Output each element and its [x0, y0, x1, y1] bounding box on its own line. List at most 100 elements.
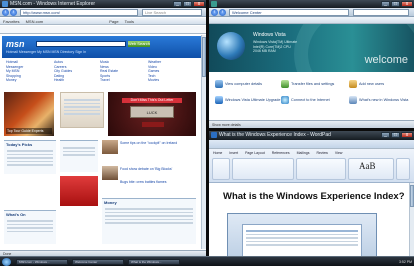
- computer-icon: [215, 80, 223, 88]
- link-column: Music News Real Estate Sports Travel: [100, 60, 118, 83]
- tab-view[interactable]: View: [335, 151, 343, 155]
- welcome-titlebar[interactable]: _ □ x: [209, 0, 414, 8]
- news-thumbnail[interactable]: [102, 166, 118, 180]
- close-button[interactable]: x: [193, 1, 205, 7]
- task-label: Connect to the Internet: [291, 98, 330, 102]
- document-scrollbar[interactable]: [409, 183, 414, 256]
- close-button[interactable]: x: [401, 132, 413, 138]
- task-label: Windows Vista Ultimate Upgrade: [225, 98, 281, 102]
- document-titlebar[interactable]: What is the Windows Experience Index - W…: [209, 131, 414, 140]
- msn-search-input[interactable]: [36, 41, 126, 47]
- clipboard-group[interactable]: [212, 158, 230, 180]
- tab-insert[interactable]: Insert: [229, 151, 238, 155]
- hero-caption: Top Tour Guide Experts: [6, 128, 52, 134]
- editing-group[interactable]: [396, 158, 410, 180]
- link[interactable]: Weather: [148, 60, 161, 65]
- maximize-button[interactable]: □: [391, 132, 400, 138]
- today-picks-block: Today's Picks: [4, 140, 56, 174]
- tab-page-layout[interactable]: Page Layout: [245, 151, 265, 155]
- system-info: Windows Vista(TM) Ultimate Intel(R) Core…: [253, 40, 297, 54]
- info-line: 2046 MB RAM: [253, 49, 276, 53]
- block-title: Money: [104, 200, 117, 205]
- promo-panel[interactable]: [60, 92, 104, 128]
- news-item[interactable]: Some tips on the "cockpit" on Ireland: [120, 141, 196, 145]
- news-thumbnail[interactable]: [102, 140, 118, 154]
- quick-access-toolbar: [209, 140, 414, 149]
- web-search-button[interactable]: Web Search: [128, 41, 150, 47]
- taskbar-item-document[interactable]: What is the Windows...: [128, 259, 180, 265]
- start-button[interactable]: [2, 258, 11, 266]
- task-label: Transfer files and settings: [291, 82, 335, 86]
- document-screenshot-image: [227, 213, 377, 256]
- browser-title: MSN.com - Windows Internet Explorer: [10, 1, 96, 7]
- link[interactable]: City Guides: [54, 69, 72, 74]
- close-button[interactable]: x: [401, 1, 413, 7]
- taskbar-item-browser[interactable]: MSN.com - Windows...: [16, 259, 68, 265]
- link[interactable]: Travel: [100, 78, 118, 83]
- minimize-button[interactable]: _: [173, 1, 182, 7]
- link[interactable]: Money: [6, 78, 23, 83]
- tab-references[interactable]: References: [272, 151, 290, 155]
- link[interactable]: Movies: [148, 78, 161, 83]
- search-input[interactable]: Live Search: [142, 9, 202, 16]
- red-ad-banner[interactable]: [60, 176, 98, 206]
- browser-titlebar[interactable]: MSN.com - Windows Internet Explorer _ □ …: [0, 0, 206, 8]
- maximize-button[interactable]: □: [391, 1, 400, 7]
- task-connect-internet[interactable]: Connect to the Internet: [281, 96, 330, 104]
- tab-home[interactable]: Home: [213, 151, 222, 155]
- tab-review[interactable]: Review: [316, 151, 327, 155]
- windows-logo-icon: [217, 32, 245, 60]
- taskbar: MSN.com - Windows... Welcome Center What…: [0, 256, 414, 266]
- explorer-search-input[interactable]: [353, 9, 409, 16]
- paragraph-group[interactable]: [296, 158, 346, 180]
- explorer-path[interactable]: Welcome Center: [229, 9, 349, 16]
- page-menu[interactable]: Page: [109, 19, 118, 24]
- window-controls: _ □ x: [381, 132, 413, 138]
- document-title: What is the Windows Experience Index - W…: [219, 132, 331, 138]
- msn-logo[interactable]: msn: [6, 39, 25, 49]
- command-bar: Favorites MSN.com Page Tools: [0, 18, 206, 25]
- tab-msn[interactable]: MSN.com: [26, 19, 44, 24]
- minimize-button[interactable]: _: [381, 132, 390, 138]
- back-arrow-icon[interactable]: ‹: [2, 9, 9, 16]
- task-whats-new[interactable]: What's new in Windows Vista: [349, 96, 408, 104]
- users-icon: [349, 80, 357, 88]
- minimize-button[interactable]: _: [381, 1, 390, 7]
- link-column: Hotmail Messenger My MSN Shopping Money: [6, 60, 23, 83]
- inner-window-image: [242, 224, 362, 256]
- show-more-link[interactable]: Show more details: [212, 123, 241, 127]
- taskbar-item-welcome[interactable]: Welcome Center: [72, 259, 124, 265]
- task-view-details[interactable]: View computer details: [215, 80, 262, 88]
- advertisement[interactable]: Don't Miss This's Out Letter LUCK: [108, 92, 196, 136]
- style-sample[interactable]: AaB: [359, 161, 376, 171]
- explorer-menu-bar: [209, 17, 414, 24]
- scrollbar-thumb[interactable]: [410, 185, 414, 207]
- link[interactable]: Games: [148, 69, 161, 74]
- clock[interactable]: 3:52 PM: [390, 259, 412, 265]
- task-add-users[interactable]: Add new users: [349, 80, 384, 88]
- url-input[interactable]: http://www.msn.com/: [20, 9, 138, 16]
- upgrade-icon: [215, 96, 223, 104]
- money-block: Money: [102, 198, 196, 244]
- font-group[interactable]: [232, 158, 294, 180]
- tools-menu[interactable]: Tools: [125, 19, 134, 24]
- forward-arrow-icon[interactable]: ›: [10, 9, 17, 16]
- tab-mailings[interactable]: Mailings: [297, 151, 310, 155]
- news-item[interactable]: Bugs bite: crew battles flames: [120, 180, 196, 184]
- task-transfer-files[interactable]: Transfer files and settings: [281, 80, 334, 88]
- forward-arrow-icon[interactable]: ›: [219, 9, 226, 16]
- news-item[interactable]: Food show debate on 'Big Blocks': [120, 167, 196, 171]
- ad-button[interactable]: [142, 122, 164, 127]
- back-arrow-icon[interactable]: ‹: [211, 9, 218, 16]
- link[interactable]: Health: [54, 78, 72, 83]
- maximize-button[interactable]: □: [183, 1, 192, 7]
- link[interactable]: Real Estate: [100, 69, 118, 74]
- document-app-icon: [211, 132, 217, 138]
- welcome-word: welcome: [364, 54, 408, 66]
- link-column: Autos Careers City Guides Dating Health: [54, 60, 72, 83]
- favorites-menu[interactable]: Favorites: [3, 19, 19, 24]
- window-controls: _ □ x: [381, 1, 413, 7]
- hero-image[interactable]: Top Tour Guide Experts: [4, 92, 54, 136]
- task-upgrade[interactable]: Windows Vista Ultimate Upgrade: [215, 96, 280, 104]
- msn-top-links[interactable]: Hotmail Messenger My MSN MSN Directory S…: [6, 50, 200, 54]
